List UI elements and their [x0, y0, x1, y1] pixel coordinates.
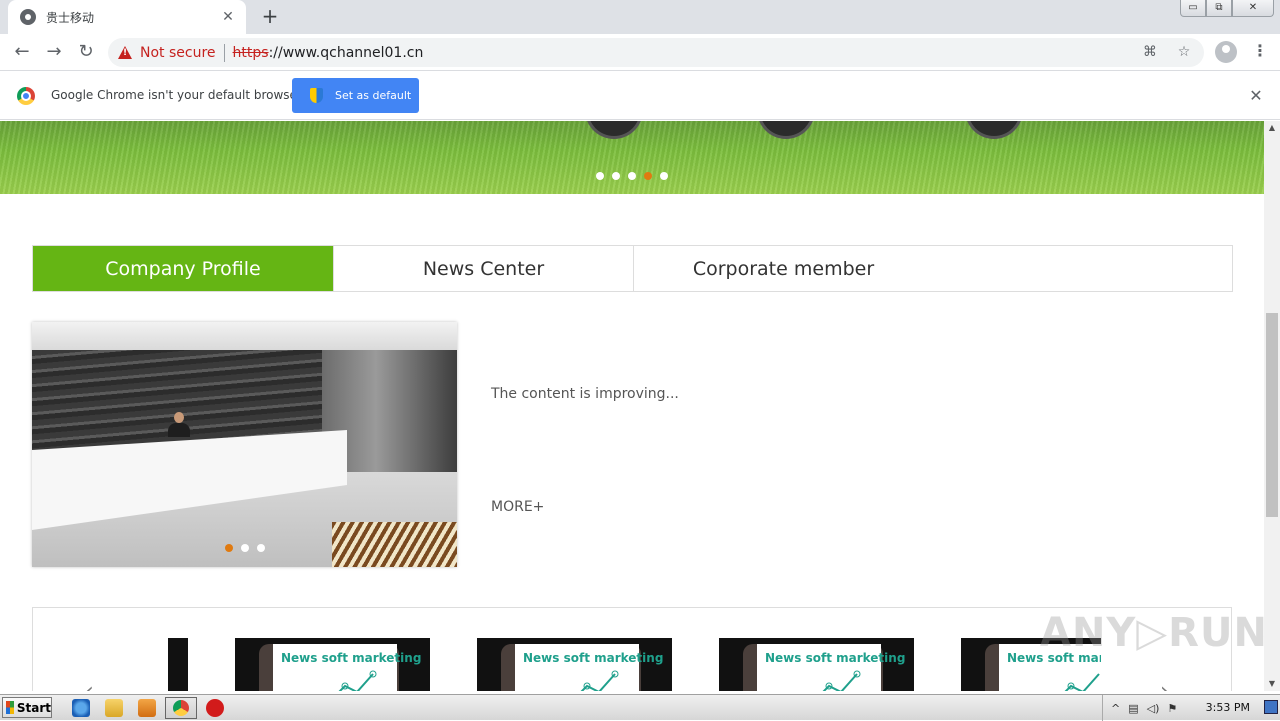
pagination-dot[interactable]	[660, 172, 668, 180]
browser-toolbar: ← → ↻ Not secure https ://www.qchannel01…	[0, 34, 1280, 71]
security-label[interactable]: Not secure	[140, 45, 216, 61]
anyrun-watermark: ANY▷RUN	[1040, 610, 1268, 656]
divider	[223, 43, 225, 62]
chrome-icon	[173, 700, 189, 716]
file-explorer-icon[interactable]	[105, 699, 123, 717]
windows-taskbar: Start ^ ▤ ◁) ⚑ 3:53 PM	[0, 694, 1280, 721]
translate-icon[interactable]: ⌘	[1140, 42, 1160, 62]
pagination-dot[interactable]	[644, 172, 652, 180]
pagination-dot[interactable]	[225, 544, 233, 552]
show-desktop-button[interactable]	[1264, 700, 1278, 714]
truck-wheel	[585, 121, 643, 139]
line-chart-icon	[822, 670, 861, 691]
pagination-dot[interactable]	[596, 172, 604, 180]
tab-company-profile[interactable]: Company Profile	[33, 246, 333, 291]
network-icon[interactable]: ▤	[1128, 702, 1138, 715]
system-tray: ^ ▤ ◁) ⚑	[1102, 695, 1280, 721]
set-default-label: Set as default	[335, 89, 412, 102]
carousel-next-arrow[interactable]: ›	[1160, 679, 1169, 691]
media-player-icon[interactable]	[138, 699, 156, 717]
chrome-menu-icon[interactable]: ⋮	[1252, 41, 1268, 63]
pagination-dot[interactable]	[241, 544, 249, 552]
bookmark-star-icon[interactable]: ☆	[1174, 42, 1194, 62]
scroll-up-arrow[interactable]: ▲	[1264, 121, 1280, 135]
tab-title: 贵士移动	[46, 10, 95, 25]
tab-close-icon[interactable]: ✕	[220, 9, 236, 25]
globe-icon	[20, 9, 36, 25]
window-controls: ▭ ⧉ ✕	[1180, 0, 1274, 17]
uac-shield-icon	[310, 88, 323, 103]
truck-wheel	[965, 121, 1023, 139]
company-photo	[32, 322, 457, 567]
carousel-card-partial	[168, 638, 188, 691]
set-default-button[interactable]: Set as default	[292, 78, 419, 113]
minimize-button[interactable]: ▭	[1180, 0, 1206, 17]
page-viewport: Company Profile News Center Corporate me…	[0, 121, 1264, 691]
receptionist-figure	[168, 412, 190, 438]
page-scrollbar[interactable]: ▲ ▼	[1264, 121, 1280, 691]
back-button[interactable]: ←	[10, 41, 34, 65]
photo-pagination	[225, 544, 265, 552]
restore-button[interactable]: ⧉	[1206, 0, 1232, 17]
pagination-dot[interactable]	[628, 172, 636, 180]
banner-pagination	[596, 172, 668, 180]
close-window-button[interactable]: ✕	[1232, 0, 1274, 17]
profile-avatar-icon[interactable]	[1215, 41, 1237, 63]
news-card[interactable]: News soft marketing	[719, 638, 914, 691]
more-link[interactable]: MORE+	[491, 499, 544, 515]
infobar-close-icon[interactable]: ✕	[1248, 86, 1264, 106]
news-card-label: News soft marketing	[281, 651, 422, 665]
warning-icon	[118, 46, 132, 59]
pagination-dot[interactable]	[612, 172, 620, 180]
news-card-label: News soft marketing	[523, 651, 664, 665]
start-button[interactable]: Start	[2, 697, 52, 718]
news-card[interactable]: News soft marketing	[235, 638, 430, 691]
tab-corporate-member[interactable]: Corporate member	[633, 246, 933, 291]
news-card-label: News soft marketing	[765, 651, 906, 665]
security-alert-icon[interactable]	[206, 699, 224, 717]
action-center-flag-icon[interactable]: ⚑	[1167, 702, 1177, 715]
url-host: ://www.qchannel01.cn	[268, 44, 424, 61]
taskbar-clock[interactable]: 3:53 PM	[1206, 701, 1250, 714]
truck-wheel	[757, 121, 815, 139]
infobar-message: Google Chrome isn't your default browser	[51, 88, 302, 102]
line-chart-icon	[338, 670, 377, 691]
tray-expand-icon[interactable]: ^	[1111, 702, 1120, 715]
volume-icon[interactable]: ◁)	[1147, 702, 1160, 715]
browser-tab[interactable]: 贵士移动 ✕	[8, 0, 246, 34]
omnibox-actions: ⌘ ☆	[1140, 42, 1194, 62]
pagination-dot[interactable]	[257, 544, 265, 552]
start-label: Start	[16, 700, 51, 715]
line-chart-icon	[580, 670, 619, 691]
internet-explorer-icon[interactable]	[72, 699, 90, 717]
chrome-logo-icon	[17, 87, 35, 105]
url-scheme: https	[232, 44, 269, 61]
windows-logo-icon	[6, 701, 14, 714]
chrome-taskbar-button[interactable]	[165, 697, 197, 719]
tab-strip: 贵士移动 ✕ + ▭ ⧉ ✕	[0, 0, 1280, 34]
address-bar[interactable]: Not secure https ://www.qchannel01.cn ⌘ …	[108, 38, 1204, 67]
hero-banner	[0, 121, 1264, 194]
forward-button[interactable]: →	[42, 41, 66, 65]
news-card[interactable]: News soft marketing	[477, 638, 672, 691]
section-tabs: Company Profile News Center Corporate me…	[32, 245, 1233, 292]
default-browser-infobar: Google Chrome isn't your default browser	[0, 72, 1280, 120]
line-chart-icon	[1064, 673, 1100, 691]
carousel-prev-arrow[interactable]: ‹	[85, 679, 94, 691]
new-tab-button[interactable]: +	[258, 5, 282, 29]
profile-text: The content is improving...	[491, 386, 679, 402]
reload-button[interactable]: ↻	[74, 41, 98, 65]
tab-news-center[interactable]: News Center	[333, 246, 633, 291]
scroll-thumb[interactable]	[1266, 313, 1278, 517]
scroll-down-arrow[interactable]: ▼	[1264, 677, 1280, 691]
